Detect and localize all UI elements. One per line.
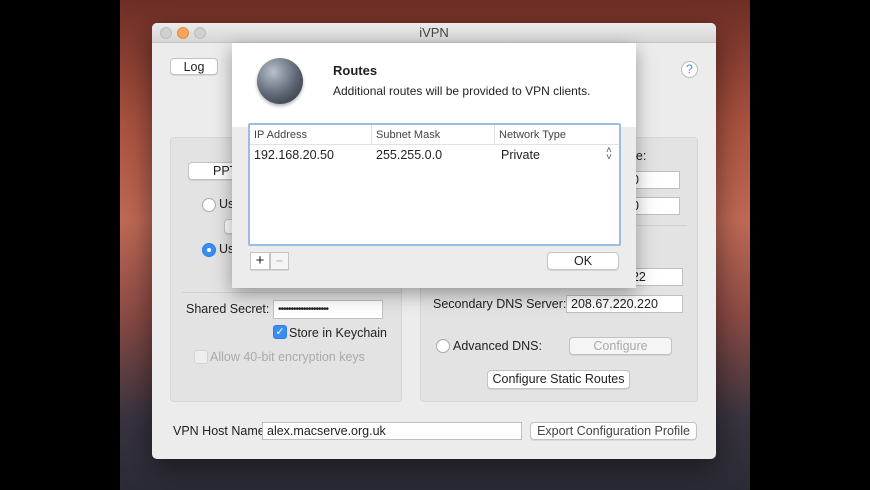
add-route-button[interactable]: + bbox=[250, 252, 270, 270]
export-configuration-profile-button[interactable]: Export Configuration Profile bbox=[530, 422, 697, 440]
secondary-dns-label: Secondary DNS Server: bbox=[433, 297, 567, 311]
shared-secret-label: Shared Secret: bbox=[186, 302, 270, 316]
advanced-dns-radio[interactable] bbox=[436, 339, 450, 353]
allow-40bit-label: Allow 40-bit encryption keys bbox=[210, 350, 365, 364]
column-header-type[interactable]: Network Type bbox=[495, 125, 619, 145]
store-keychain-label: Store in Keychain bbox=[289, 326, 387, 340]
route-type-popup[interactable]: Private bbox=[501, 148, 540, 162]
protocol-button[interactable]: PPT bbox=[188, 162, 238, 180]
ok-button[interactable]: OK bbox=[547, 252, 619, 270]
column-header-mask[interactable]: Subnet Mask bbox=[372, 125, 495, 145]
auth-radio-2[interactable] bbox=[202, 243, 216, 257]
sheet-description: Additional routes will be provided to VP… bbox=[333, 84, 591, 98]
ivpn-window: iVPN Log ? PPT Us Us Shared Secret: ••••… bbox=[152, 23, 716, 459]
sheet-title: Routes bbox=[333, 63, 378, 78]
column-header-ip[interactable]: IP Address bbox=[250, 125, 372, 145]
configure-static-routes-button[interactable]: Configure Static Routes bbox=[487, 370, 630, 389]
secondary-dns-input[interactable]: 208.67.220.220 bbox=[566, 295, 683, 313]
routes-sheet: Routes Additional routes will be provide… bbox=[232, 43, 636, 288]
close-button[interactable] bbox=[160, 27, 172, 39]
help-button[interactable]: ? bbox=[681, 61, 698, 78]
title-bar: iVPN bbox=[152, 23, 716, 43]
route-ip-cell[interactable]: 192.168.20.50 bbox=[254, 148, 334, 162]
log-button[interactable]: Log bbox=[170, 58, 218, 75]
vpn-host-name-label: VPN Host Name: bbox=[173, 424, 269, 438]
routes-table[interactable]: IP Address Subnet Mask Network Type 192.… bbox=[248, 123, 621, 246]
zoom-button[interactable] bbox=[194, 27, 206, 39]
popup-chevron-icon: ˄ ˅ bbox=[606, 145, 612, 163]
window-title: iVPN bbox=[419, 25, 449, 40]
route-mask-cell[interactable]: 255.255.0.0 bbox=[376, 148, 442, 162]
minimize-button[interactable] bbox=[177, 27, 189, 39]
divider bbox=[182, 292, 402, 293]
vpn-host-name-input[interactable]: alex.macserve.org.uk bbox=[262, 422, 522, 440]
allow-40bit-checkbox[interactable] bbox=[194, 350, 208, 364]
network-globe-icon bbox=[257, 58, 303, 104]
store-keychain-checkbox[interactable]: ✓ bbox=[273, 325, 287, 339]
configure-dns-button[interactable]: Configure bbox=[569, 337, 672, 355]
shared-secret-input[interactable]: •••••••••••••••••••• bbox=[273, 300, 383, 319]
remove-route-button[interactable]: − bbox=[270, 252, 289, 270]
advanced-dns-label: Advanced DNS: bbox=[453, 339, 542, 353]
auth-radio-1[interactable] bbox=[202, 198, 216, 212]
